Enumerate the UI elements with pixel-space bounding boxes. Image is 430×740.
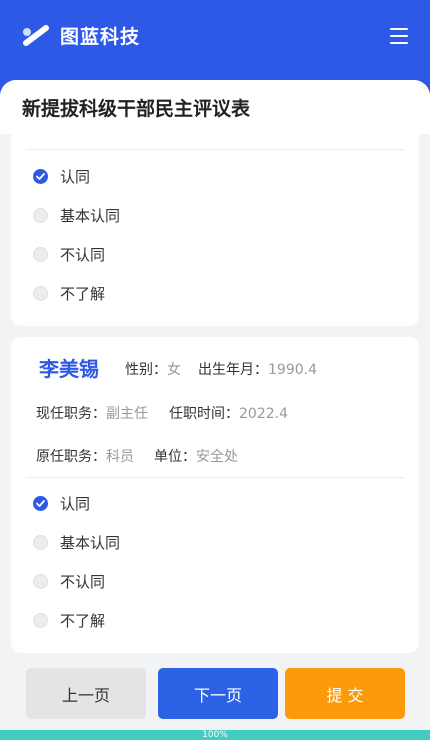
former-post-field: 原任职务：科员 (36, 446, 134, 466)
gender-label: 性别： (125, 362, 167, 378)
option-disagree[interactable]: 不认同 (33, 571, 105, 592)
divider (26, 477, 404, 478)
option-unknown[interactable]: 不了解 (33, 610, 105, 631)
radio-unchecked-icon[interactable] (33, 574, 48, 589)
unit-field: 单位：安全处 (154, 446, 238, 466)
radio-unchecked-icon[interactable] (33, 247, 48, 262)
current-post-field: 现任职务：副主任 (36, 403, 148, 423)
current-post-value: 副主任 (106, 406, 148, 422)
former-post-label: 原任职务： (36, 449, 106, 465)
birth-value: 1990.4 (268, 362, 317, 378)
option-agree[interactable]: 认同 (33, 493, 90, 514)
option-label: 不认同 (60, 246, 106, 264)
option-label: 不了解 (60, 612, 106, 630)
brand-logo-icon (23, 24, 49, 46)
evaluation-card: 李美锡 性别：女 出生年月：1990.4 现任职务：副主任 任职时间：2022.… (11, 337, 419, 653)
brand-name: 图蓝科技 (60, 26, 141, 48)
form-sheet: 新提拔科级干部民主评议表 认同 基本认同 不认同 不了解 李美锡 性别：女 出生… (0, 80, 430, 740)
menu-icon[interactable] (390, 28, 408, 44)
brand-logo[interactable]: 图蓝科技 (22, 22, 140, 49)
option-basically-agree[interactable]: 基本认同 (33, 532, 120, 553)
next-page-button[interactable]: 下一页 (158, 668, 278, 719)
radio-unchecked-icon[interactable] (33, 208, 48, 223)
appoint-time-value: 2022.4 (239, 406, 288, 422)
option-label: 不了解 (60, 285, 106, 303)
birth-field: 出生年月：1990.4 (198, 359, 317, 379)
option-label: 基本认同 (60, 534, 121, 552)
radio-unchecked-icon[interactable] (33, 613, 48, 628)
progress-bar: 100% (0, 730, 430, 740)
radio-unchecked-icon[interactable] (33, 535, 48, 550)
option-basically-agree[interactable]: 基本认同 (33, 205, 120, 226)
form-title: 新提拔科级干部民主评议表 (22, 97, 251, 120)
former-post-value: 科员 (106, 449, 134, 465)
option-label: 基本认同 (60, 207, 121, 225)
submit-button[interactable]: 提 交 (285, 668, 405, 719)
birth-label: 出生年月： (198, 362, 268, 378)
option-disagree[interactable]: 不认同 (33, 244, 105, 265)
prev-page-button[interactable]: 上一页 (26, 668, 146, 719)
evaluation-card: 认同 基本认同 不认同 不了解 (11, 134, 419, 326)
form-title-bar: 新提拔科级干部民主评议表 (0, 80, 430, 134)
appoint-time-field: 任职时间：2022.4 (169, 403, 288, 423)
radio-checked-icon[interactable] (33, 169, 48, 184)
progress-text: 100% (202, 730, 228, 740)
radio-checked-icon[interactable] (33, 496, 48, 511)
gender-value: 女 (167, 362, 181, 378)
current-post-label: 现任职务： (36, 406, 106, 422)
option-label: 不认同 (60, 573, 106, 591)
candidate-name: 李美锡 (39, 357, 99, 381)
divider (26, 149, 404, 150)
option-label: 认同 (60, 495, 91, 513)
unit-value: 安全处 (196, 449, 238, 465)
option-agree[interactable]: 认同 (33, 166, 90, 187)
unit-label: 单位： (154, 449, 196, 465)
radio-unchecked-icon[interactable] (33, 286, 48, 301)
appoint-time-label: 任职时间： (169, 406, 239, 422)
option-label: 认同 (60, 168, 91, 186)
gender-field: 性别：女 (125, 359, 181, 379)
option-unknown[interactable]: 不了解 (33, 283, 105, 304)
